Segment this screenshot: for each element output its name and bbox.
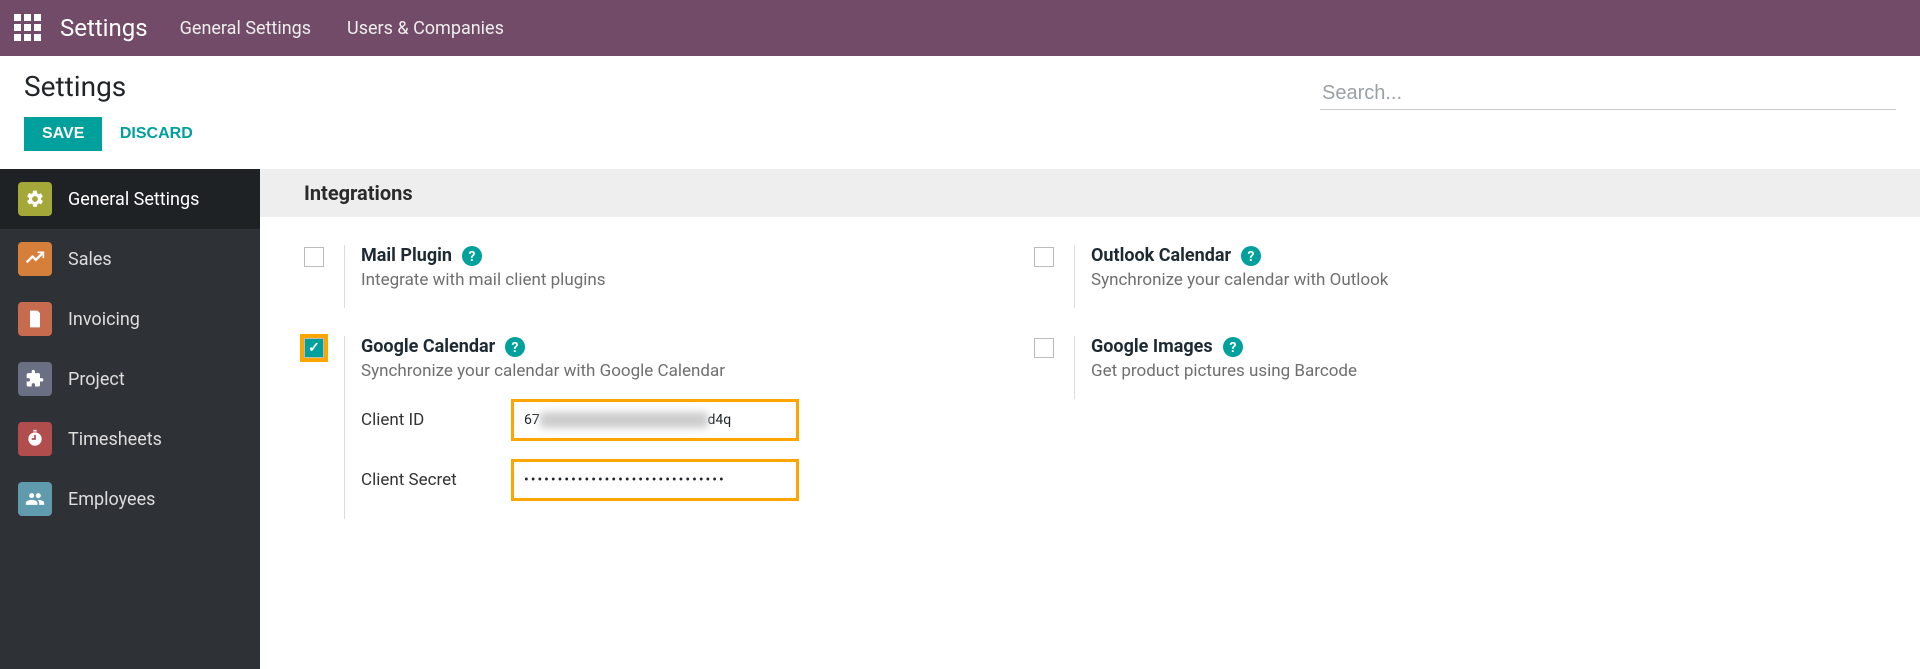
save-button[interactable]: SAVE bbox=[24, 117, 102, 151]
client-secret-label: Client Secret bbox=[361, 470, 511, 490]
client-id-redacted: xxxxxxxxxxxxxxxxxxxxxxx bbox=[540, 412, 708, 428]
sidebar-item-label: Invoicing bbox=[68, 309, 140, 330]
sidebar-item-project[interactable]: Project bbox=[0, 349, 260, 409]
gear-icon bbox=[18, 182, 52, 216]
control-bar: Settings SAVE DISCARD bbox=[0, 56, 1920, 169]
sidebar-item-label: Employees bbox=[68, 489, 155, 510]
apps-icon[interactable] bbox=[14, 14, 42, 42]
main: General Settings Sales Invoicing Project… bbox=[0, 169, 1920, 669]
setting-title: Google Images bbox=[1091, 336, 1213, 357]
topbar: Settings General Settings Users & Compan… bbox=[0, 0, 1920, 56]
setting-desc: Get product pictures using Barcode bbox=[1091, 361, 1724, 381]
setting-title: Mail Plugin bbox=[361, 245, 452, 266]
help-icon[interactable]: ? bbox=[462, 246, 482, 266]
sidebar-item-timesheets[interactable]: Timesheets bbox=[0, 409, 260, 469]
setting-mail-plugin: Mail Plugin ? Integrate with mail client… bbox=[304, 245, 994, 308]
puzzle-icon bbox=[18, 362, 52, 396]
setting-outlook-calendar: Outlook Calendar ? Synchronize your cale… bbox=[1034, 245, 1724, 308]
help-icon[interactable]: ? bbox=[505, 337, 525, 357]
setting-google-images: Google Images ? Get product pictures usi… bbox=[1034, 336, 1724, 399]
checkbox-mail-plugin[interactable] bbox=[304, 247, 324, 267]
app-title: Settings bbox=[60, 14, 148, 42]
people-icon bbox=[18, 482, 52, 516]
checkbox-google-calendar[interactable] bbox=[304, 338, 324, 358]
svg-text:?: ? bbox=[512, 340, 519, 356]
menu-general-settings[interactable]: General Settings bbox=[180, 18, 311, 39]
sidebar-item-label: Project bbox=[68, 369, 125, 390]
help-icon[interactable]: ? bbox=[1223, 337, 1243, 357]
sidebar-item-sales[interactable]: Sales bbox=[0, 229, 260, 289]
svg-text:?: ? bbox=[1229, 340, 1236, 356]
menu-users-companies[interactable]: Users & Companies bbox=[347, 18, 504, 39]
breadcrumb: Settings bbox=[24, 70, 207, 103]
checkbox-outlook-calendar[interactable] bbox=[1034, 247, 1054, 267]
client-secret-input[interactable]: •••••••••••••••••••••••••••••• bbox=[511, 459, 799, 501]
sidebar-item-general-settings[interactable]: General Settings bbox=[0, 169, 260, 229]
setting-desc: Synchronize your calendar with Outlook bbox=[1091, 270, 1724, 290]
invoice-icon bbox=[18, 302, 52, 336]
client-id-suffix: d4q bbox=[708, 412, 732, 428]
setting-desc: Integrate with mail client plugins bbox=[361, 270, 994, 290]
client-secret-value: •••••••••••••••••••••••••••••• bbox=[524, 472, 726, 488]
svg-text:?: ? bbox=[1248, 249, 1255, 265]
checkbox-google-images[interactable] bbox=[1034, 338, 1054, 358]
chart-icon bbox=[18, 242, 52, 276]
section-title: Integrations bbox=[260, 169, 1920, 217]
client-id-input[interactable]: 67 xxxxxxxxxxxxxxxxxxxxxxx d4q bbox=[511, 399, 799, 441]
client-id-prefix: 67 bbox=[524, 412, 540, 428]
sidebar-item-invoicing[interactable]: Invoicing bbox=[0, 289, 260, 349]
settings-sidebar: General Settings Sales Invoicing Project… bbox=[0, 169, 260, 669]
sidebar-item-label: Sales bbox=[68, 249, 112, 270]
discard-button[interactable]: DISCARD bbox=[106, 117, 207, 151]
setting-desc: Synchronize your calendar with Google Ca… bbox=[361, 361, 994, 381]
sidebar-item-label: Timesheets bbox=[68, 429, 162, 450]
setting-title: Google Calendar bbox=[361, 336, 495, 357]
client-id-label: Client ID bbox=[361, 410, 511, 430]
search-input[interactable] bbox=[1320, 78, 1896, 110]
svg-text:?: ? bbox=[469, 249, 476, 265]
sidebar-item-employees[interactable]: Employees bbox=[0, 469, 260, 529]
help-icon[interactable]: ? bbox=[1241, 246, 1261, 266]
setting-title: Outlook Calendar bbox=[1091, 245, 1231, 266]
setting-google-calendar: Google Calendar ? Synchronize your calen… bbox=[304, 336, 994, 519]
sidebar-item-label: General Settings bbox=[68, 189, 199, 210]
stopwatch-icon bbox=[18, 422, 52, 456]
settings-content: Integrations Mail Plugin ? Integrate wit… bbox=[260, 169, 1920, 669]
